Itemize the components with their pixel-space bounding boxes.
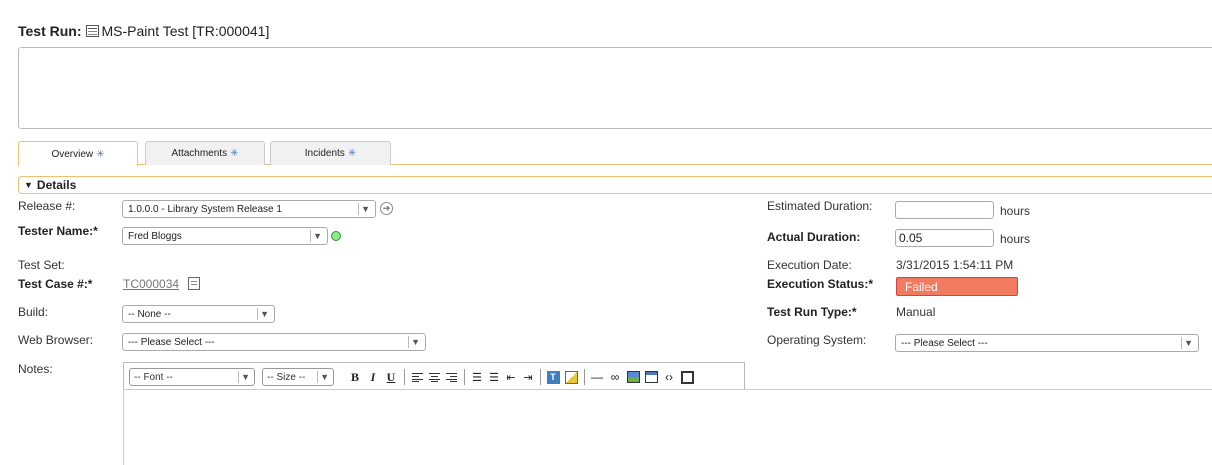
test-case-icon xyxy=(188,277,200,290)
horizontal-rule-icon[interactable]: — xyxy=(590,369,604,385)
test-run-type-label: Test Run Type:* xyxy=(767,305,857,319)
go-to-arrow-icon[interactable]: ➔ xyxy=(380,202,393,215)
tab-bar: Overview ✳ Attachments ✳ Incidents ✳ xyxy=(18,141,1212,166)
operating-system-value: --- Please Select --- xyxy=(901,337,988,349)
web-browser-label: Web Browser: xyxy=(18,333,94,347)
execution-date-label: Execution Date: xyxy=(767,258,852,272)
page-title-label: Test Run: xyxy=(18,23,82,39)
tab-incidents[interactable]: Incidents ✳ xyxy=(270,141,391,165)
italic-button[interactable]: I xyxy=(366,369,380,385)
build-select[interactable]: -- None -- ▼ xyxy=(122,305,275,323)
tab-attachments[interactable]: Attachments ✳ xyxy=(145,141,265,165)
align-right-icon[interactable] xyxy=(444,369,458,385)
dropdown-arrow-icon: ▼ xyxy=(313,231,322,241)
web-browser-value: --- Please Select --- xyxy=(128,336,215,348)
dropdown-arrow-icon: ▼ xyxy=(241,372,250,382)
dropdown-arrow-icon: ▼ xyxy=(260,309,269,319)
unordered-list-icon[interactable]: ☰ xyxy=(487,369,501,385)
source-code-icon[interactable]: ‹› xyxy=(662,369,676,385)
table-icon[interactable] xyxy=(644,369,658,385)
font-select-value: -- Font -- xyxy=(134,371,173,383)
test-set-label: Test Set: xyxy=(18,258,65,272)
notes-toolbar: -- Font -- ▼ -- Size -- ▼ B I U ☰ ☰ ⇤ ⇥ … xyxy=(123,362,745,390)
release-label: Release #: xyxy=(18,199,76,213)
details-section-header[interactable]: ▼ Details xyxy=(18,176,1212,194)
estimated-duration-label: Estimated Duration: xyxy=(767,199,873,213)
operating-system-select[interactable]: --- Please Select --- ▼ xyxy=(895,334,1199,352)
actual-duration-label: Actual Duration: xyxy=(767,230,861,244)
underline-button[interactable]: U xyxy=(384,369,398,385)
dropdown-arrow-icon: ▼ xyxy=(411,337,420,347)
text-color-icon[interactable]: T xyxy=(546,369,560,385)
page-title: Test Run: MS-Paint Test [TR:000041] xyxy=(18,23,269,39)
link-icon[interactable]: ∞ xyxy=(608,369,622,385)
execution-date-value: 3/31/2015 1:54:11 PM xyxy=(896,258,1014,272)
estimated-duration-input[interactable] xyxy=(895,201,994,219)
tester-name-label: Tester Name:* xyxy=(18,224,98,238)
execution-status-badge[interactable]: Failed xyxy=(896,277,1018,296)
indent-icon[interactable]: ⇥ xyxy=(521,369,535,385)
dropdown-arrow-icon: ▼ xyxy=(320,372,329,382)
size-select[interactable]: -- Size -- ▼ xyxy=(262,368,334,386)
asterisk-icon: ✳ xyxy=(230,148,239,159)
background-color-icon[interactable] xyxy=(564,369,578,385)
hours-unit: hours xyxy=(1000,204,1031,218)
align-center-icon[interactable] xyxy=(427,369,441,385)
bold-button[interactable]: B xyxy=(348,369,362,385)
notes-editor[interactable] xyxy=(123,389,1212,465)
asterisk-icon: ✳ xyxy=(347,148,357,159)
image-icon[interactable] xyxy=(626,369,640,385)
dropdown-arrow-icon: ▼ xyxy=(1184,338,1193,348)
section-title: Details xyxy=(36,178,77,192)
hours-unit: hours xyxy=(1000,232,1031,246)
release-select[interactable]: 1.0.0.0 - Library System Release 1 ▼ xyxy=(122,200,376,218)
page-title-name: MS-Paint Test [TR:000041] xyxy=(101,23,270,39)
test-case-label: Test Case #:* xyxy=(18,277,93,291)
test-case-link[interactable]: TC000034 xyxy=(123,277,179,291)
fullscreen-icon[interactable] xyxy=(680,369,694,385)
tab-label: Incidents xyxy=(304,148,345,159)
font-select[interactable]: -- Font -- ▼ xyxy=(129,368,255,386)
collapse-triangle-icon: ▼ xyxy=(24,180,33,190)
align-left-icon[interactable] xyxy=(410,369,424,385)
build-label: Build: xyxy=(18,305,49,319)
size-select-value: -- Size -- xyxy=(267,371,306,383)
description-editor[interactable] xyxy=(18,47,1212,129)
tab-label: Attachments xyxy=(171,148,228,159)
actual-duration-input[interactable] xyxy=(895,229,994,247)
asterisk-icon: ✳ xyxy=(96,148,105,160)
test-run-icon xyxy=(85,25,99,37)
execution-status-label: Execution Status:* xyxy=(767,277,874,291)
outdent-icon[interactable]: ⇤ xyxy=(504,369,518,385)
tester-value: Fred Bloggs xyxy=(128,230,182,242)
release-value: 1.0.0.0 - Library System Release 1 xyxy=(128,203,282,215)
web-browser-select[interactable]: --- Please Select --- ▼ xyxy=(122,333,426,351)
notes-label: Notes: xyxy=(18,362,53,376)
tab-overview[interactable]: Overview ✳ xyxy=(18,141,138,166)
ordered-list-icon[interactable]: ☰ xyxy=(470,369,484,385)
tester-select[interactable]: Fred Bloggs ▼ xyxy=(122,227,328,245)
tab-label: Overview xyxy=(51,148,94,160)
build-value: -- None -- xyxy=(128,308,171,320)
test-run-type-value: Manual xyxy=(896,305,936,319)
operating-system-label: Operating System: xyxy=(767,333,867,347)
dropdown-arrow-icon: ▼ xyxy=(361,204,370,214)
online-status-icon xyxy=(331,231,341,241)
